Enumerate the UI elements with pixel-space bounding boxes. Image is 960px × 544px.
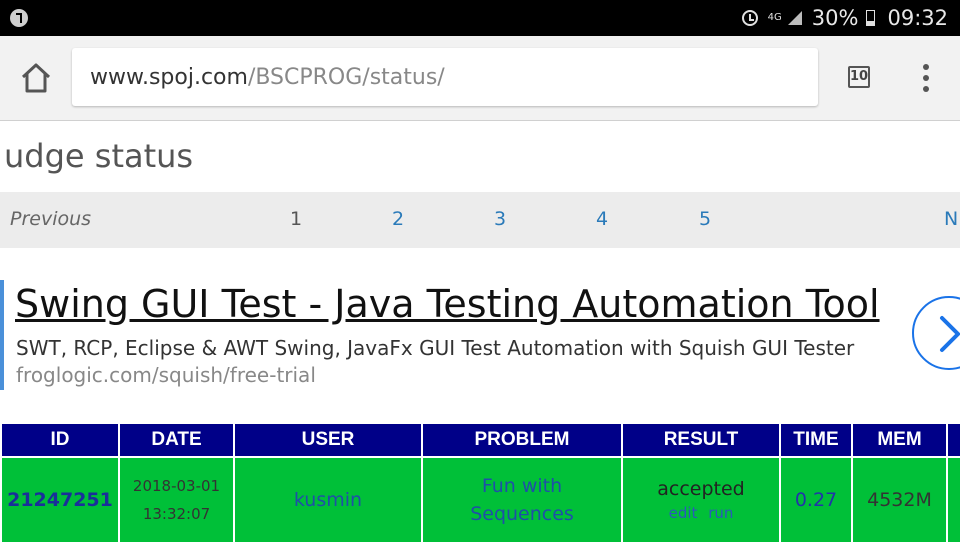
submission-id: 21247251 [0, 456, 120, 544]
table-row: 21247251 2018-03-01 13:32:07 kusmin Fun w… [0, 456, 960, 544]
execution-time: 0.27 [779, 456, 853, 544]
ad-url[interactable]: froglogic.com/squish/free-trial [16, 363, 316, 387]
ad-description: SWT, RCP, Eclipse & AWT Swing, JavaFx GU… [16, 336, 855, 360]
memory-usage: 4532M [851, 456, 948, 544]
tab-switcher-button[interactable]: 10 [848, 66, 870, 88]
menu-dot-icon [923, 75, 929, 81]
clock: 09:32 [887, 6, 948, 30]
url-domain: www.spoj.com [90, 65, 248, 90]
date-value: 2018-03-01 [132, 477, 221, 495]
ad-title-link[interactable]: Swing GUI Test - Java Testing Automation… [15, 282, 880, 326]
address-bar[interactable]: www.spoj.com/BSCPROG/status/ [72, 48, 818, 106]
status-bar-indicators: 4G 30% 09:32 [741, 0, 948, 36]
ad-accent-bar [0, 280, 4, 390]
overflow-menu-button[interactable] [918, 64, 934, 92]
ad-banner[interactable]: Swing GUI Test - Java Testing Automation… [0, 270, 960, 398]
column-header-id: ID [0, 422, 120, 458]
network-type: 4G [767, 12, 782, 23]
submission-date: 2018-03-01 13:32:07 [118, 456, 235, 544]
battery-icon [866, 10, 876, 26]
url-text: www.spoj.com/BSCPROG/status/ [90, 65, 445, 90]
run-link[interactable]: run [708, 504, 733, 522]
column-header-result: RESULT [621, 422, 781, 458]
chevron-right-icon [940, 316, 960, 352]
column-header-mem: MEM [851, 422, 948, 458]
page-link-1: 1 [290, 208, 303, 230]
result-status: accepted [657, 478, 745, 500]
status-bar: 4G 30% 09:32 [0, 0, 960, 36]
signal-icon [787, 11, 802, 25]
home-button[interactable] [18, 60, 54, 96]
submission-status-table: ID DATE USER PROBLEM RESULT TIME MEM 212… [0, 422, 960, 544]
page-link-4[interactable]: 4 [596, 208, 608, 230]
problem-link[interactable]: Fun with Sequences [421, 456, 623, 544]
column-header-problem: PROBLEM [421, 422, 623, 458]
page-title: udge status [4, 137, 194, 175]
pagination: Previous 1 2 3 4 5 N [0, 192, 960, 248]
result-cell: accepted edit run [621, 456, 781, 544]
menu-dot-icon [923, 86, 929, 92]
previous-page-link[interactable]: Previous [10, 208, 91, 230]
table-header-row: ID DATE USER PROBLEM RESULT TIME MEM [0, 422, 960, 458]
column-header-user: USER [233, 422, 423, 458]
user-link[interactable]: kusmin [233, 456, 423, 544]
page-link-5[interactable]: 5 [699, 208, 711, 230]
alarm-icon [741, 10, 758, 26]
problem-name-line2: Sequences [470, 503, 574, 525]
battery-percent: 30% [811, 6, 859, 30]
column-header-time: TIME [779, 422, 853, 458]
column-header-date: DATE [118, 422, 235, 458]
page-link-3[interactable]: 3 [494, 208, 506, 230]
menu-dot-icon [923, 64, 929, 70]
time-of-day-value: 13:32:07 [142, 505, 211, 523]
url-path: /BSCPROG/status/ [247, 65, 445, 90]
home-icon [21, 63, 51, 93]
next-page-link[interactable]: N [944, 208, 958, 230]
page-link-2[interactable]: 2 [392, 208, 404, 230]
music-notification-icon [10, 9, 28, 27]
ad-open-button[interactable] [912, 296, 960, 370]
problem-name-line1: Fun with [481, 475, 563, 497]
overflow-cell [946, 456, 960, 544]
edit-link[interactable]: edit [669, 504, 698, 522]
column-header-overflow [946, 422, 960, 458]
browser-toolbar: www.spoj.com/BSCPROG/status/ 10 [0, 36, 960, 121]
